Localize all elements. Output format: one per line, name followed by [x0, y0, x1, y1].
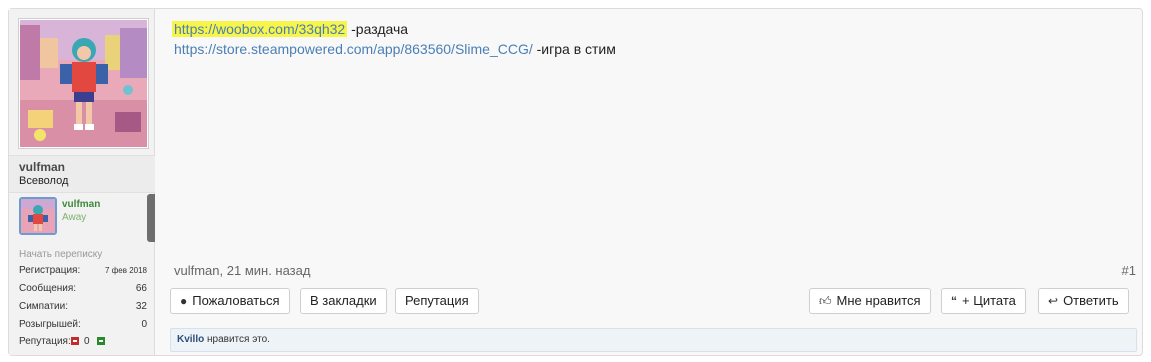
- reputation-minus-icon[interactable]: [71, 337, 79, 345]
- quote-icon: “: [951, 294, 957, 308]
- like-button-label: Мне нравится: [836, 293, 921, 308]
- mini-card-status: Away: [62, 212, 87, 223]
- likes-summary: Kvillo нравится это.: [170, 328, 1137, 352]
- reputation-plus-icon[interactable]: [97, 337, 105, 345]
- message-line: https://store.steampowered.com/app/86356…: [174, 39, 616, 59]
- line-text: -раздача: [347, 21, 409, 37]
- post-message: https://woobox.com/33qh32 -раздача https…: [172, 19, 616, 59]
- reply-icon: ↩: [1048, 294, 1059, 308]
- liker-name-link[interactable]: Kvillo: [177, 334, 204, 345]
- likes-text: нравится это.: [204, 334, 270, 345]
- stat-registration: Регистрация: 7 фев 2018: [19, 265, 147, 279]
- giveaway-link[interactable]: https://woobox.com/33qh32: [172, 21, 348, 37]
- mini-avatar[interactable]: [19, 197, 57, 235]
- start-conversation-link[interactable]: Начать переписку: [19, 249, 102, 260]
- username-block: vulfman Всеволод: [9, 155, 155, 193]
- steam-store-link[interactable]: https://store.steampowered.com/app/86356…: [174, 41, 533, 57]
- stat-label: Репутация:: [19, 336, 71, 347]
- sidebar-scroll-handle[interactable]: [147, 194, 155, 242]
- reply-button-label: Ответить: [1063, 293, 1119, 308]
- user-info-panel: vulfman Всеволод vulfman Away Начать пер…: [9, 9, 155, 355]
- stat-label: Розыгрышей:: [19, 319, 81, 330]
- stat-value: 0: [141, 319, 147, 330]
- forum-post: vulfman Всеволод vulfman Away Начать пер…: [8, 8, 1143, 356]
- mini-card-username[interactable]: vulfman: [62, 199, 100, 210]
- line-text: -игра в стим: [532, 41, 616, 57]
- thumbs-up-icon: 👍︎: [819, 294, 832, 308]
- stat-label: Сообщения:: [19, 283, 77, 294]
- reputation-button[interactable]: Репутация: [395, 288, 479, 314]
- stat-reputation: Репутация: 0: [19, 336, 147, 350]
- stat-giveaways: Розыгрышей: 0: [19, 319, 147, 333]
- alert-icon: ●: [180, 294, 188, 308]
- stat-label: Регистрация:: [19, 265, 81, 276]
- message-line: https://woobox.com/33qh32 -раздача: [172, 19, 616, 39]
- bookmark-button[interactable]: В закладки: [300, 288, 387, 314]
- reputation-value: 0: [84, 336, 90, 347]
- report-button-label: Пожаловаться: [192, 293, 280, 308]
- bookmark-button-label: В закладки: [310, 293, 377, 308]
- stat-label: Симпатии:: [19, 301, 68, 312]
- post-number-link[interactable]: #1: [1122, 263, 1136, 278]
- username-link[interactable]: vulfman: [19, 160, 65, 174]
- quote-button-label: + Цитата: [962, 293, 1016, 308]
- report-button[interactable]: ● Пожаловаться: [170, 288, 290, 314]
- stat-value: 7 фев 2018: [105, 266, 147, 275]
- stat-messages: Сообщения: 66: [19, 283, 147, 297]
- mini-avatar-illustration-icon: [21, 199, 55, 233]
- post-meta[interactable]: vulfman, 21 мин. назад: [174, 263, 310, 278]
- avatar-illustration-icon: [20, 20, 147, 147]
- reply-button[interactable]: ↩ Ответить: [1038, 288, 1129, 314]
- user-title: Всеволод: [19, 175, 69, 187]
- stat-value: 66: [135, 283, 147, 294]
- user-avatar[interactable]: [18, 18, 149, 149]
- stat-value: 32: [135, 301, 147, 312]
- stat-likes: Симпатии: 32: [19, 301, 147, 315]
- like-button[interactable]: 👍︎ Мне нравится: [809, 288, 931, 314]
- quote-button[interactable]: “ + Цитата: [941, 288, 1026, 314]
- reputation-button-label: Репутация: [405, 293, 469, 308]
